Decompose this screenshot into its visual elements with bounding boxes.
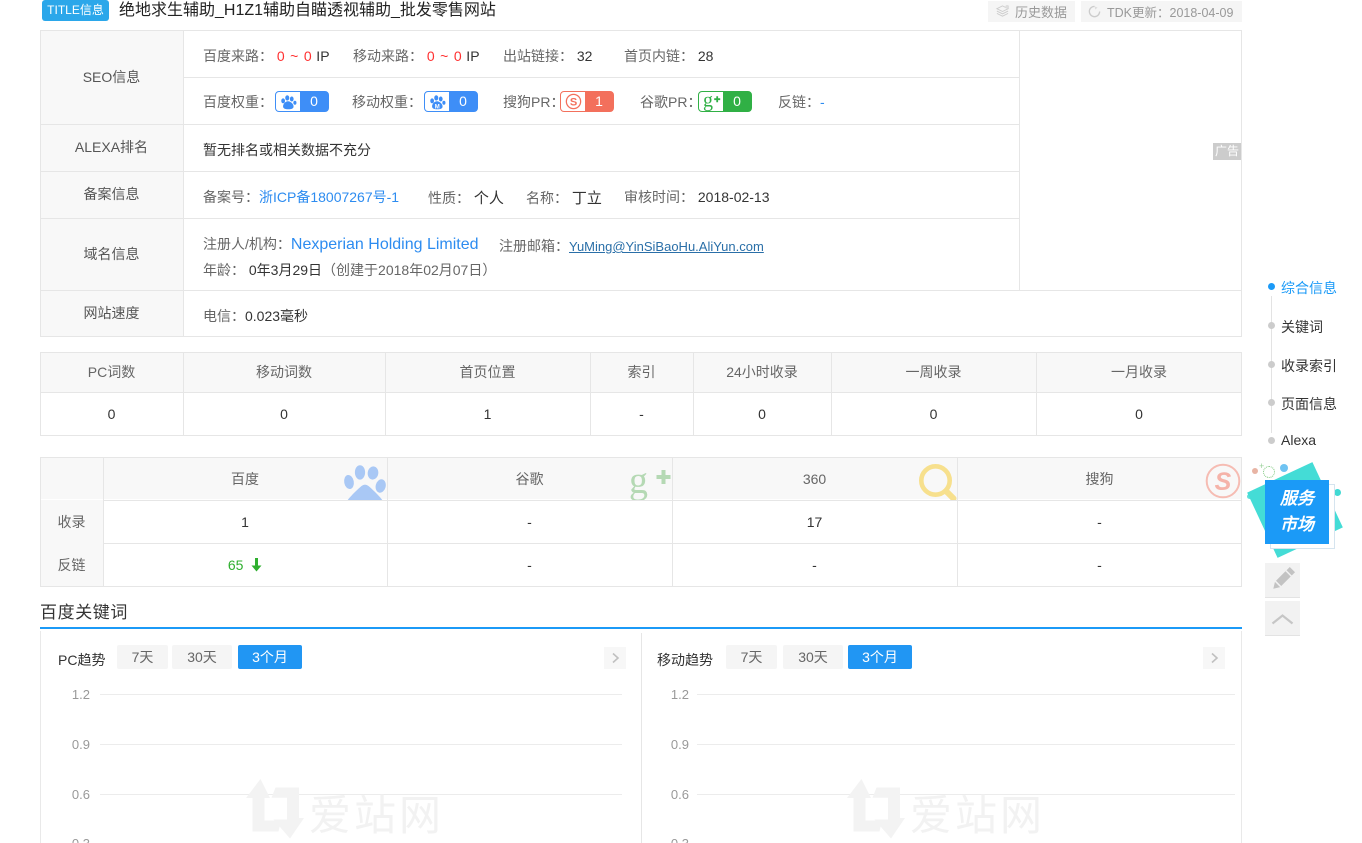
svg-text:g: g [629, 460, 648, 500]
svg-text:M: M [435, 104, 440, 110]
svg-text:S: S [569, 97, 576, 109]
svg-text:g: g [703, 92, 713, 111]
svg-text:S: S [1215, 468, 1232, 496]
